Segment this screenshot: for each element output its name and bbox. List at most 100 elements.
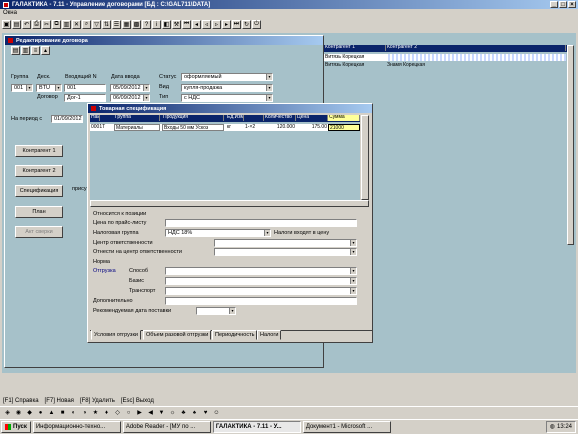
maximize-icon[interactable]: □ (559, 1, 567, 8)
table-row[interactable]: Витязь Корецкая Знамя Корецкая (324, 62, 566, 69)
delete-icon[interactable]: ✕ (72, 20, 81, 29)
acts-button[interactable]: Акт сверки (15, 226, 63, 238)
specification-button[interactable]: Спецификация (15, 185, 63, 197)
status-help[interactable]: [F1] Справка (3, 398, 39, 404)
kind-field[interactable]: купля-продажа ▾ (181, 84, 273, 92)
extra-field[interactable] (165, 297, 357, 305)
col-unit[interactable]: Ед.Изм (226, 115, 244, 121)
ql-icon[interactable]: ◆ (25, 408, 34, 417)
first-icon[interactable]: ⏮ (182, 20, 191, 29)
ql-icon[interactable]: ♥ (201, 408, 210, 417)
incoming-field[interactable]: 001 (64, 84, 106, 92)
rec-date-field[interactable]: ▾ (196, 307, 236, 315)
ql-icon[interactable]: ◀ (146, 408, 155, 417)
ql-icon[interactable]: ■ (58, 408, 67, 417)
tab-shipment-volume[interactable]: Объем разовой отгрузки (143, 330, 212, 340)
resp-center2-field[interactable]: ▾ (214, 248, 357, 256)
help-icon[interactable]: ? (142, 20, 151, 29)
date-field[interactable]: 05/09/2012 ▾ (110, 84, 150, 92)
desc-field[interactable]: BTU ▾ (36, 84, 62, 92)
copy-icon[interactable]: ⧉ (52, 20, 61, 29)
period-from-field[interactable]: 01/09/2012 (51, 115, 83, 123)
taskbar-item-active[interactable]: ГАЛАКТИКА - 7.11 - У... (212, 421, 301, 433)
doc2-icon[interactable]: ▥ (21, 46, 30, 55)
spec-hscroll[interactable] (90, 200, 369, 207)
status-delete[interactable]: [F8] Удалить (80, 398, 115, 404)
col-group[interactable]: Группа (114, 115, 160, 121)
prev-page-icon[interactable]: ◂ (192, 20, 201, 29)
taskbar-item[interactable]: Документ1 - Microsoft ... (302, 421, 391, 433)
tab-shipping-terms[interactable]: Условия отгрузки (91, 330, 141, 340)
col-price[interactable]: Цена (296, 115, 328, 121)
refresh-icon[interactable]: ↻ (242, 20, 251, 29)
print-icon[interactable]: ⎙ (32, 20, 41, 29)
back-icon[interactable]: ↶ (22, 20, 31, 29)
base-field[interactable]: ▾ (165, 277, 357, 285)
col-sum[interactable]: Сумма (328, 115, 360, 121)
col-product[interactable]: Продукция (162, 115, 224, 121)
open-icon[interactable]: ▣ (2, 20, 11, 29)
plan-button[interactable]: План (15, 206, 63, 218)
ql-icon[interactable]: ★ (91, 408, 100, 417)
props-icon[interactable]: ◧ (162, 20, 171, 29)
start-button[interactable]: Пуск (1, 421, 31, 433)
arrow-icon[interactable]: ▴ (41, 46, 50, 55)
ql-icon[interactable]: ♠ (190, 408, 199, 417)
group-field[interactable]: 001 ▾ (11, 84, 33, 92)
tax-group-field[interactable]: НДС 18% ▾ (165, 229, 271, 237)
prev-icon[interactable]: ◃ (202, 20, 211, 29)
type-field[interactable]: с НДС ▾ (181, 94, 273, 102)
calendar-icon[interactable]: ▦ (122, 20, 131, 29)
counterparty1-button[interactable]: Контрагент 1 (15, 145, 63, 157)
status-field[interactable]: оформляемый ▾ (181, 73, 273, 81)
next-icon[interactable]: ▹ (212, 20, 221, 29)
next-page-icon[interactable]: ▸ (222, 20, 231, 29)
tab-periodicity[interactable]: Периодичность (212, 330, 258, 340)
status-new[interactable]: [F7] Новая (45, 398, 74, 404)
method-field[interactable]: ▾ (165, 267, 357, 275)
doc-icon[interactable]: ▤ (11, 46, 20, 55)
paste-icon[interactable]: ▥ (62, 20, 71, 29)
ql-icon[interactable]: ▶ (135, 408, 144, 417)
calc-icon[interactable]: ▩ (132, 20, 141, 29)
taskbar-item[interactable]: Информационно-техно... (32, 421, 121, 433)
ql-icon[interactable]: ○ (124, 408, 133, 417)
ql-icon[interactable]: ● (36, 408, 45, 417)
taskbar-item[interactable]: Adobe Reader - [МУ по ... (122, 421, 211, 433)
col-counterparty2[interactable]: Контрагент 2 (386, 45, 566, 51)
minimize-icon[interactable]: _ (550, 1, 558, 8)
tools-icon[interactable]: ⚒ (172, 20, 181, 29)
table-row[interactable]: Витязь Корецкая (324, 54, 566, 61)
save-icon[interactable]: ▤ (12, 20, 21, 29)
ql-icon[interactable]: ◇ (113, 408, 122, 417)
ql-icon[interactable]: ▼ (157, 408, 166, 417)
col-qty[interactable]: Количество (264, 115, 296, 121)
ql-icon[interactable]: ♦ (102, 408, 111, 417)
ql-icon[interactable]: ☺ (212, 408, 221, 417)
menu-windows[interactable]: Окна (3, 10, 17, 16)
tab-taxes[interactable]: Налоги (257, 330, 282, 340)
col-unit2[interactable] (244, 115, 264, 121)
counterparty2-button[interactable]: Контрагент 2 (15, 165, 63, 177)
resp-center-field[interactable]: ▾ (214, 239, 357, 247)
ql-icon[interactable]: ▲ (47, 408, 56, 417)
price-list-field[interactable] (165, 219, 357, 227)
filter-icon[interactable]: ▽ (92, 20, 101, 29)
list-icon[interactable]: ☰ (112, 20, 121, 29)
sort-icon[interactable]: ⇅ (102, 20, 111, 29)
exit-icon[interactable]: ⏻ (252, 20, 261, 29)
col-counterparty1[interactable]: Контрагент 1 (324, 45, 386, 51)
ql-icon[interactable]: ◈ (3, 408, 12, 417)
ql-icon[interactable]: ♣ (179, 408, 188, 417)
col-code[interactable]: Наи (90, 115, 100, 121)
spec-vscroll[interactable] (361, 115, 369, 200)
contract-field[interactable]: Дог-1 (64, 94, 106, 102)
status-exit[interactable]: [Esc] Выход (121, 398, 154, 404)
contract-date-field[interactable]: 06/09/2012 ▾ (110, 94, 150, 102)
tray-icon[interactable]: ◍ (550, 422, 555, 432)
vertical-scrollbar[interactable] (567, 45, 574, 245)
ql-icon[interactable]: ☼ (168, 408, 177, 417)
ql-icon[interactable]: ◐ (69, 408, 78, 417)
menu-icon[interactable]: ≡ (31, 46, 40, 55)
ql-icon[interactable]: ◑ (80, 408, 89, 417)
